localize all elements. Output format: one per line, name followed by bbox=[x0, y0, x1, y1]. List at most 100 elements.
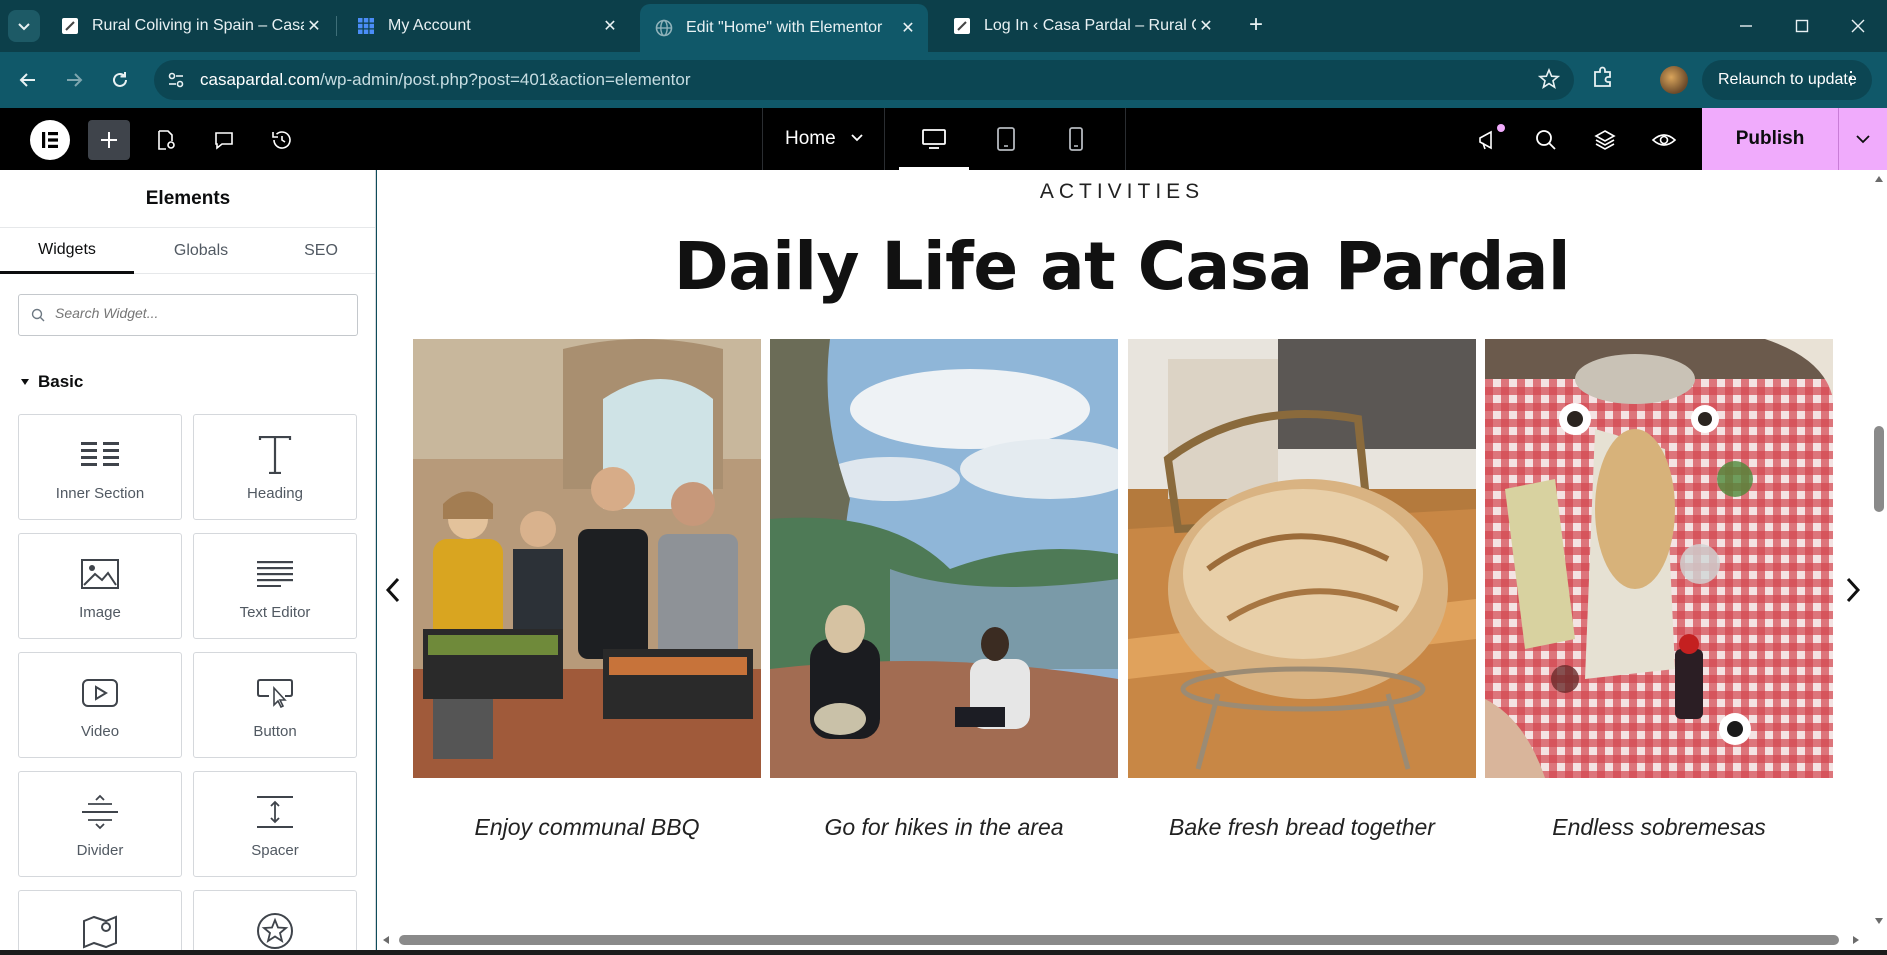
horizontal-scrollbar[interactable] bbox=[377, 930, 1887, 950]
window-close-icon[interactable] bbox=[1840, 10, 1876, 42]
search-icon[interactable] bbox=[1532, 126, 1560, 154]
caret-down-icon bbox=[20, 372, 30, 392]
tab-close-icon[interactable]: ✕ bbox=[600, 16, 620, 36]
widget-button[interactable]: Button bbox=[193, 652, 357, 758]
new-tab-plus-icon[interactable]: + bbox=[1240, 10, 1272, 42]
spacer-icon bbox=[194, 790, 356, 834]
back-arrow-icon[interactable] bbox=[12, 64, 44, 96]
tablet-device-icon[interactable] bbox=[971, 108, 1041, 170]
widget-inner-section[interactable]: Inner Section bbox=[18, 414, 182, 520]
carousel-next-arrow-icon[interactable] bbox=[1839, 574, 1867, 606]
widget-heading[interactable]: Heading bbox=[193, 414, 357, 520]
search-icon bbox=[31, 308, 45, 327]
tab-seo[interactable]: SEO bbox=[254, 228, 375, 274]
button-icon bbox=[194, 671, 356, 715]
slide-caption[interactable]: Bake fresh bread together bbox=[1128, 814, 1476, 841]
browser-tab-strip: Rural Coliving in Spain – Casa Pardal ✕ … bbox=[0, 0, 1887, 52]
notifications-megaphone-icon[interactable] bbox=[1474, 124, 1505, 154]
widget-icon[interactable] bbox=[193, 890, 357, 950]
taskbar-edge bbox=[0, 950, 1887, 955]
horizontal-scroll-thumb[interactable] bbox=[399, 935, 1839, 945]
page-selector[interactable]: Home bbox=[762, 108, 884, 170]
tab-search-button[interactable] bbox=[8, 10, 40, 42]
tab-close-icon[interactable]: ✕ bbox=[304, 16, 324, 36]
forward-arrow-icon[interactable] bbox=[58, 64, 90, 96]
table-photo[interactable] bbox=[1485, 339, 1833, 778]
tab-globals[interactable]: Globals bbox=[134, 228, 268, 274]
address-toolbar: casapardal.com/wp-admin/post.php?post=40… bbox=[0, 52, 1887, 108]
tab-title: Log In ‹ Casa Pardal – Rural Coliving bbox=[984, 17, 1196, 34]
browser-tab-elementor[interactable]: Edit "Home" with Elementor ✕ bbox=[640, 4, 928, 52]
widget-label: Image bbox=[79, 604, 121, 621]
tab-title: Edit "Home" with Elementor bbox=[686, 19, 883, 36]
heading-icon bbox=[194, 433, 356, 477]
structure-layers-icon[interactable] bbox=[1591, 126, 1619, 154]
widget-divider[interactable]: Divider bbox=[18, 771, 182, 877]
publish-button[interactable]: Publish bbox=[1702, 108, 1838, 170]
vertical-scroll-thumb[interactable] bbox=[1874, 426, 1884, 512]
comments-icon[interactable] bbox=[210, 126, 238, 154]
widget-label: Divider bbox=[76, 842, 124, 859]
inner-section-icon bbox=[19, 433, 181, 477]
scroll-right-icon[interactable] bbox=[1845, 930, 1865, 950]
widget-image[interactable]: Image bbox=[18, 533, 182, 639]
widget-google-maps[interactable] bbox=[18, 890, 182, 950]
panel-title: Elements bbox=[0, 170, 375, 228]
scroll-left-icon[interactable] bbox=[377, 930, 397, 950]
tab-close-icon[interactable]: ✕ bbox=[898, 18, 918, 38]
widget-label: Inner Section bbox=[55, 485, 145, 502]
widget-label: Text Editor bbox=[239, 604, 311, 621]
maximize-icon[interactable] bbox=[1784, 10, 1820, 42]
desktop-device-icon[interactable] bbox=[899, 108, 969, 170]
section-heading[interactable]: Daily Life at Casa Pardal bbox=[377, 228, 1867, 305]
widget-spacer[interactable]: Spacer bbox=[193, 771, 357, 877]
extensions-puzzle-icon[interactable] bbox=[1590, 64, 1616, 95]
video-icon bbox=[19, 671, 181, 715]
vertical-scrollbar[interactable] bbox=[1867, 170, 1887, 930]
site-settings-icon[interactable] bbox=[164, 68, 188, 92]
browser-tab-login[interactable]: Log In ‹ Casa Pardal – Rural Coliving ✕ bbox=[938, 8, 1226, 44]
loading-globe-icon bbox=[654, 18, 674, 38]
carousel-prev-arrow-icon[interactable] bbox=[379, 574, 407, 606]
scroll-down-icon[interactable] bbox=[1869, 910, 1887, 930]
category-basic-toggle[interactable]: Basic bbox=[20, 372, 83, 392]
preview-eye-icon[interactable] bbox=[1650, 126, 1678, 154]
relaunch-to-update-button[interactable]: Relaunch to update ⋮ bbox=[1702, 60, 1872, 100]
profile-avatar[interactable] bbox=[1660, 66, 1688, 94]
widget-search-input[interactable] bbox=[55, 305, 345, 321]
widget-text-editor[interactable]: Text Editor bbox=[193, 533, 357, 639]
elementor-logo-icon[interactable] bbox=[30, 120, 70, 160]
bbq-photo[interactable] bbox=[413, 339, 761, 778]
reload-icon[interactable] bbox=[104, 64, 136, 96]
browser-tab-casa-pardal[interactable]: Rural Coliving in Spain – Casa Pardal ✕ bbox=[46, 8, 334, 44]
browser-tab-my-account[interactable]: My Account ✕ bbox=[342, 8, 630, 44]
tab-separator bbox=[336, 16, 337, 36]
minimize-icon[interactable] bbox=[1728, 10, 1764, 42]
slide-caption[interactable]: Enjoy communal BBQ bbox=[413, 814, 761, 841]
notification-badge bbox=[1497, 124, 1505, 132]
slide-caption[interactable]: Go for hikes in the area bbox=[770, 814, 1118, 841]
hike-photo[interactable] bbox=[770, 339, 1118, 778]
more-vertical-icon: ⋮ bbox=[1842, 68, 1860, 88]
add-element-plus-icon[interactable] bbox=[88, 120, 130, 160]
history-icon[interactable] bbox=[268, 126, 296, 154]
page-name: Home bbox=[785, 128, 836, 149]
scroll-up-icon[interactable] bbox=[1869, 170, 1887, 190]
address-bar[interactable]: casapardal.com/wp-admin/post.php?post=40… bbox=[154, 60, 1574, 100]
bread-photo[interactable] bbox=[1128, 339, 1476, 778]
mobile-device-icon[interactable] bbox=[1041, 108, 1111, 170]
publish-options-chevron-icon[interactable] bbox=[1838, 108, 1887, 170]
editor-canvas: ACTIVITIES Daily Life at Casa Pardal Enj… bbox=[377, 170, 1887, 950]
page-settings-icon[interactable] bbox=[152, 126, 180, 154]
widget-video[interactable]: Video bbox=[18, 652, 182, 758]
tab-widgets[interactable]: Widgets bbox=[0, 228, 134, 274]
tab-close-icon[interactable]: ✕ bbox=[1196, 16, 1216, 36]
category-label: Basic bbox=[38, 372, 84, 391]
chevron-down-icon bbox=[850, 128, 864, 150]
image-icon bbox=[19, 552, 181, 596]
section-eyebrow[interactable]: ACTIVITIES bbox=[377, 180, 1867, 204]
responsive-mode-switcher bbox=[884, 108, 1126, 170]
bookmark-star-icon[interactable] bbox=[1537, 67, 1561, 95]
widget-label: Video bbox=[80, 723, 120, 740]
slide-caption[interactable]: Endless sobremesas bbox=[1485, 814, 1833, 841]
